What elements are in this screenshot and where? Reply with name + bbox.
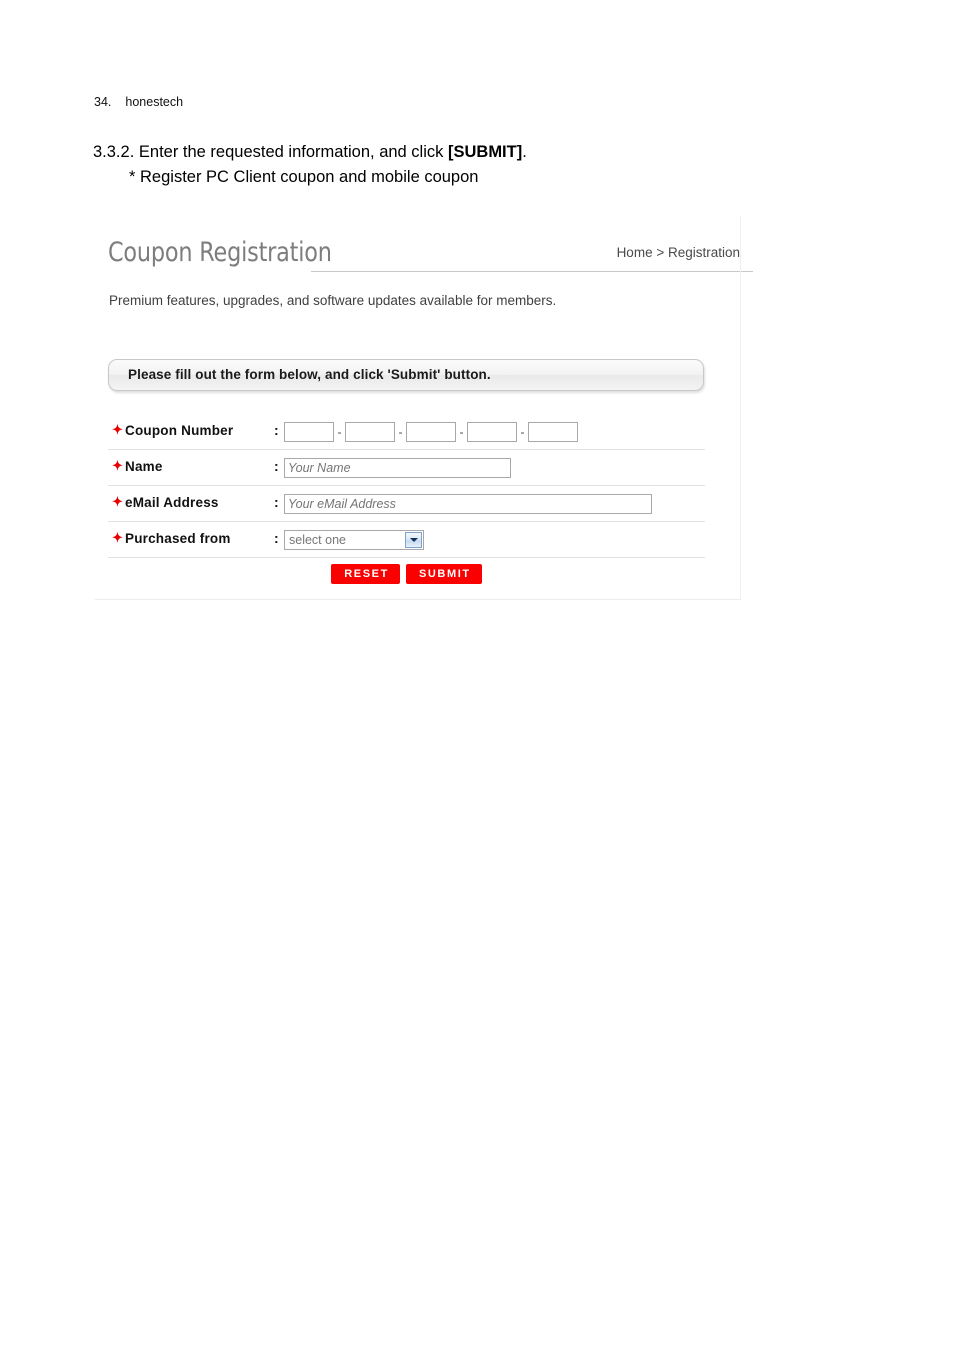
coupon-segment-5[interactable] [528, 421, 578, 442]
instructions-block: 3.3.2. Enter the requested information, … [93, 140, 853, 189]
colon-coupon-number: : [274, 422, 279, 438]
instruction-step-line: 3.3.2. Enter the requested information, … [93, 140, 853, 164]
name-field-area [284, 450, 511, 485]
title-underline [311, 271, 753, 272]
form-row-purchased-from: ✦ Purchased from : select one [108, 522, 705, 558]
instruction-sub-note: * Register PC Client coupon and mobile c… [129, 168, 479, 186]
coupon-registration-screenshot: Coupon Registration Home > Registration … [95, 216, 753, 600]
form-actions: RESET SUBMIT [108, 564, 705, 584]
chevron-down-icon[interactable] [405, 531, 422, 548]
email-field-area [284, 486, 652, 521]
step-number: 3.3.2. [93, 143, 135, 161]
coupon-separator-4: - [520, 424, 525, 439]
step-emphasis: [SUBMIT] [447, 143, 523, 161]
purchased-from-selected-value: select one [289, 532, 346, 547]
coupon-number-fields: - - - - [284, 414, 578, 449]
label-purchased-from: Purchased from [125, 531, 231, 546]
label-name: Name [125, 459, 163, 474]
label-coupon-number: Coupon Number [125, 423, 234, 438]
notice-bar: Please fill out the form below, and clic… [108, 359, 704, 391]
coupon-separator-1: - [337, 424, 342, 439]
brand-name: honestech [125, 95, 184, 109]
page-title: Coupon Registration [108, 237, 332, 268]
name-input[interactable] [284, 457, 511, 478]
required-marker-icon: ✦ [112, 458, 123, 473]
submit-button[interactable]: SUBMIT [405, 564, 482, 584]
form-row-coupon-number: ✦ Coupon Number : - - - - [108, 414, 705, 450]
label-email-address: eMail Address [125, 495, 219, 510]
coupon-separator-2: - [398, 424, 403, 439]
colon-name: : [274, 458, 279, 474]
form-row-name: ✦ Name : [108, 450, 705, 486]
purchased-from-field-area: select one [284, 522, 424, 557]
coupon-segment-4[interactable] [467, 421, 517, 442]
notice-text: Please fill out the form below, and clic… [128, 367, 491, 382]
reset-button[interactable]: RESET [331, 564, 400, 584]
coupon-separator-3: - [459, 424, 464, 439]
required-marker-icon: ✦ [112, 422, 123, 437]
breadcrumb: Home > Registration [616, 245, 740, 260]
form-row-email: ✦ eMail Address : [108, 486, 705, 522]
required-marker-icon: ✦ [112, 494, 123, 509]
email-input[interactable] [284, 493, 652, 514]
purchased-from-select[interactable]: select one [284, 529, 424, 550]
tagline: Premium features, upgrades, and software… [109, 293, 557, 308]
page-header: 34. honestech [94, 95, 183, 109]
screenshot-header: Coupon Registration Home > Registration [108, 237, 753, 274]
page-number: 34. [94, 95, 112, 109]
coupon-segment-3[interactable] [406, 421, 456, 442]
required-marker-icon: ✦ [112, 530, 123, 545]
colon-email: : [274, 494, 279, 510]
coupon-segment-2[interactable] [345, 421, 395, 442]
registration-form: ✦ Coupon Number : - - - - ✦ Name : Your … [108, 414, 705, 558]
step-text-after: . [522, 143, 527, 161]
step-text-before: Enter the requested information, and cli… [138, 143, 448, 161]
coupon-segment-1[interactable] [284, 421, 334, 442]
colon-purchased-from: : [274, 530, 279, 546]
